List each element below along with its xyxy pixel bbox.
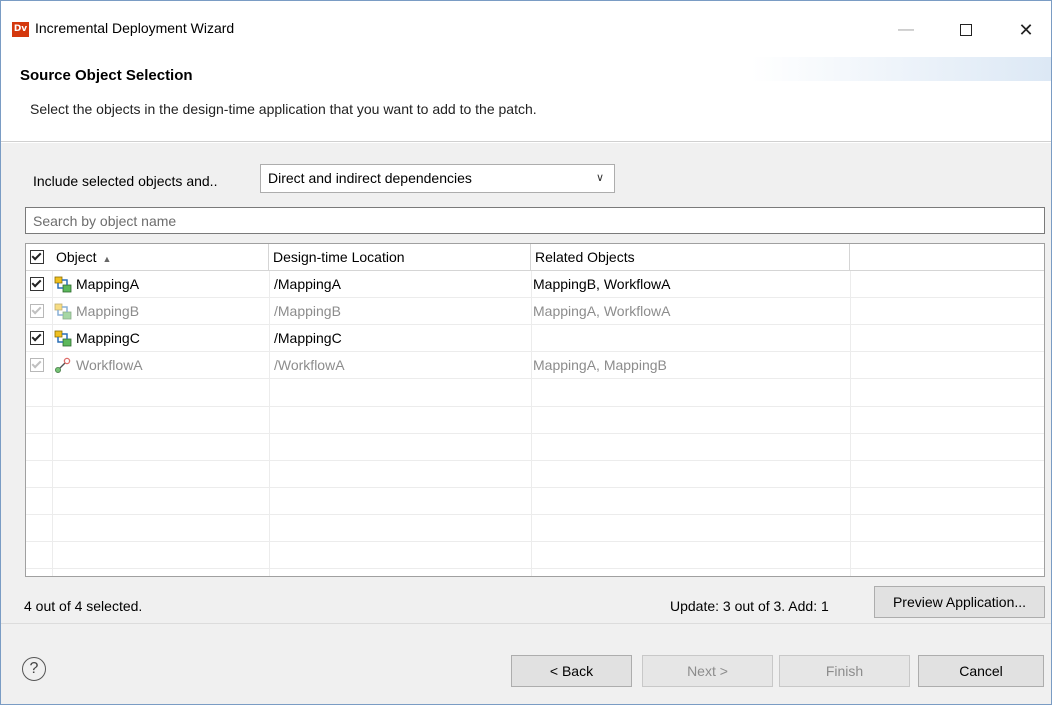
wizard-window: Dv Incremental Deployment Wizard — ✕ Sou…	[0, 0, 1052, 705]
table-row[interactable]: WorkflowA /WorkflowA MappingA, MappingB	[26, 352, 1044, 379]
workflow-icon	[55, 357, 71, 373]
update-summary: Update: 3 out of 3. Add: 1	[670, 598, 829, 614]
object-name: WorkflowA	[76, 357, 143, 373]
object-name: MappingB	[76, 303, 140, 319]
selection-count: 4 out of 4 selected.	[24, 598, 143, 614]
column-header-object[interactable]: Object ▲	[26, 244, 269, 270]
grid-line	[26, 541, 1044, 542]
object-location: /MappingC	[274, 330, 342, 346]
maximize-button[interactable]	[946, 15, 986, 45]
objects-table: Object ▲ Design-time Location Related Obj…	[25, 243, 1045, 577]
grid-line	[26, 487, 1044, 488]
column-header-location[interactable]: Design-time Location	[269, 244, 531, 270]
minimize-button[interactable]: —	[886, 15, 926, 45]
table-row[interactable]: MappingC /MappingC	[26, 325, 1044, 352]
title-bar: Dv Incremental Deployment Wizard — ✕	[1, 1, 1051, 57]
mapping-icon	[54, 330, 72, 347]
include-label: Include selected objects and..	[33, 173, 218, 189]
sort-ascending-icon: ▲	[102, 254, 112, 264]
next-button: Next >	[642, 655, 773, 687]
finish-button: Finish	[779, 655, 910, 687]
row-checkbox[interactable]	[30, 358, 44, 372]
wizard-footer: ? < Back Next > Finish Cancel	[1, 623, 1051, 704]
close-button[interactable]: ✕	[1006, 15, 1046, 45]
related-objects: MappingA, WorkflowA	[533, 303, 671, 319]
chevron-down-icon: ∨	[595, 172, 604, 184]
wizard-header: Source Object Selection Select the objec…	[1, 57, 1051, 142]
dropdown-value: Direct and indirect dependencies	[268, 170, 472, 186]
grid-line	[26, 460, 1044, 461]
page-description: Select the objects in the design-time ap…	[30, 101, 537, 117]
app-logo-icon: Dv	[12, 22, 29, 37]
object-name: MappingA	[76, 276, 140, 292]
mapping-icon	[54, 276, 72, 293]
related-objects: MappingB, WorkflowA	[533, 276, 671, 292]
column-header-empty	[850, 244, 1044, 270]
mapping-icon	[54, 303, 72, 320]
window-title: Incremental Deployment Wizard	[35, 20, 235, 36]
dependency-dropdown[interactable]: Direct and indirect dependencies ∨	[260, 164, 615, 193]
page-title: Source Object Selection	[20, 67, 193, 84]
object-location: /WorkflowA	[274, 357, 345, 373]
column-header-related[interactable]: Related Objects	[531, 244, 850, 270]
search-input[interactable]	[25, 207, 1045, 234]
row-checkbox[interactable]	[30, 277, 44, 291]
maximize-icon	[960, 23, 972, 36]
column-label-object: Object	[56, 249, 97, 265]
grid-line	[26, 568, 1044, 569]
table-row[interactable]: MappingA /MappingA MappingB, WorkflowA	[26, 271, 1044, 298]
object-location: /MappingB	[274, 303, 341, 319]
related-objects: MappingA, MappingB	[533, 357, 667, 373]
cancel-button[interactable]: Cancel	[918, 655, 1044, 687]
row-checkbox[interactable]	[30, 331, 44, 345]
object-location: /MappingA	[274, 276, 341, 292]
grid-line	[26, 433, 1044, 434]
main-panel: Include selected objects and.. Direct an…	[1, 143, 1051, 623]
header-gradient	[751, 57, 1051, 81]
table-row[interactable]: MappingB /MappingB MappingA, WorkflowA	[26, 298, 1044, 325]
object-name: MappingC	[76, 330, 140, 346]
preview-application-button[interactable]: Preview Application...	[874, 586, 1045, 618]
help-icon[interactable]: ?	[22, 657, 46, 681]
back-button[interactable]: < Back	[511, 655, 632, 687]
grid-line	[26, 406, 1044, 407]
table-header: Object ▲ Design-time Location Related Obj…	[26, 244, 1044, 271]
grid-line	[26, 514, 1044, 515]
row-checkbox[interactable]	[30, 304, 44, 318]
